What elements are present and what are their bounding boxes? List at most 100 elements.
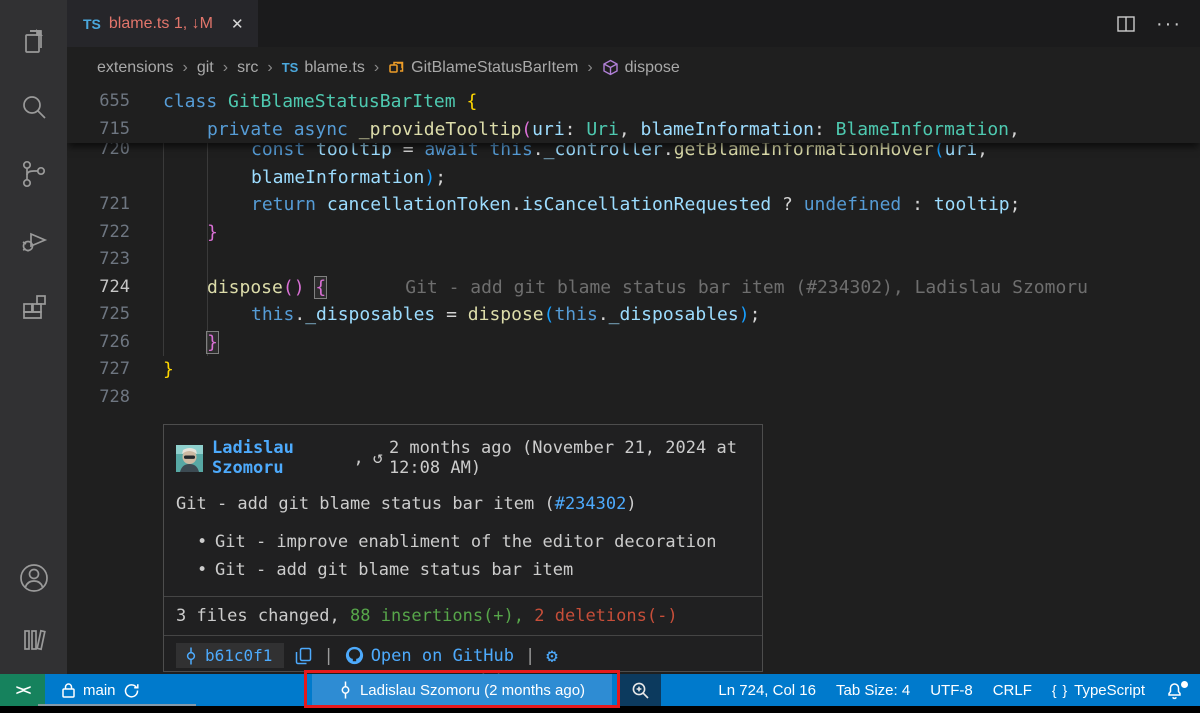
code-text[interactable]: class GitBlameStatusBarItem { bbox=[130, 88, 477, 116]
more-actions-icon[interactable]: ··· bbox=[1156, 19, 1182, 29]
code-line[interactable]: 655class GitBlameStatusBarItem { bbox=[67, 88, 1200, 116]
branch-name: main bbox=[83, 682, 116, 699]
code-text[interactable]: } bbox=[130, 219, 218, 247]
git-commit-icon bbox=[184, 647, 198, 665]
line-number[interactable]: 655 bbox=[67, 88, 130, 116]
typescript-file-icon: TS bbox=[282, 60, 299, 75]
remote-indicator[interactable]: >< bbox=[0, 674, 45, 706]
notifications-bell-icon[interactable] bbox=[1155, 674, 1194, 706]
line-number[interactable]: 723 bbox=[67, 246, 130, 274]
sync-icon bbox=[123, 682, 140, 699]
hover-timestamp: ↺ 2 months ago (November 21, 2024 at 12:… bbox=[373, 438, 750, 478]
code-line[interactable]: blameInformation); bbox=[67, 164, 1200, 192]
tab-size-item[interactable]: Tab Size: 4 bbox=[826, 674, 920, 706]
code-text[interactable] bbox=[130, 384, 163, 412]
encoding-item[interactable]: UTF-8 bbox=[920, 674, 983, 706]
search-icon[interactable] bbox=[10, 84, 58, 132]
git-blame-status-item[interactable]: Ladislau Szomoru (2 months ago) bbox=[312, 674, 612, 706]
breadcrumb-separator: › bbox=[183, 59, 188, 77]
commit-body-item: Git - add git blame status bar item bbox=[197, 556, 762, 584]
sticky-scroll[interactable]: 655class GitBlameStatusBarItem {715priva… bbox=[67, 88, 1200, 143]
breadcrumb-extensions[interactable]: extensions bbox=[97, 59, 174, 77]
code-text[interactable]: dispose() {Git - add git blame status ba… bbox=[130, 274, 1088, 302]
editor-group: TS blame.ts 1, ↓M ✕ ··· extensions › git… bbox=[67, 0, 1200, 674]
language-mode-item[interactable]: { } TypeScript bbox=[1042, 674, 1155, 706]
line-number[interactable]: 715 bbox=[67, 116, 130, 144]
code-text[interactable]: return cancellationToken.isCancellationR… bbox=[130, 191, 1020, 219]
extensions-icon[interactable] bbox=[10, 282, 58, 330]
commit-stats: 3 files changed, 88 insertions(+), 2 del… bbox=[164, 596, 762, 635]
line-number[interactable]: 722 bbox=[67, 219, 130, 247]
braces-icon: { } bbox=[1052, 682, 1068, 698]
code-line[interactable]: 725this._disposables = dispose(this._dis… bbox=[67, 301, 1200, 329]
line-number[interactable]: 726 bbox=[67, 329, 130, 357]
cursor-position-item[interactable]: Ln 724, Col 16 bbox=[708, 674, 826, 706]
zoom-in-icon[interactable] bbox=[620, 674, 661, 706]
open-on-github-link[interactable]: Open on GitHub bbox=[345, 646, 514, 666]
code-line[interactable]: 715private async _provideTooltip(uri: Ur… bbox=[67, 116, 1200, 144]
notification-badge bbox=[1181, 681, 1188, 688]
code-line[interactable]: 726} bbox=[67, 329, 1200, 357]
code-text[interactable]: blameInformation); bbox=[130, 164, 446, 192]
vscode-window: TS blame.ts 1, ↓M ✕ ··· extensions › git… bbox=[0, 0, 1200, 713]
line-number[interactable] bbox=[67, 164, 130, 192]
pr-link[interactable]: #234302 bbox=[555, 494, 627, 514]
tab-close-icon[interactable]: ✕ bbox=[231, 15, 244, 33]
typescript-file-icon: TS bbox=[83, 16, 101, 32]
git-commit-icon bbox=[339, 681, 352, 699]
code-text[interactable]: private async _provideTooltip(uri: Uri, … bbox=[130, 116, 1020, 144]
breadcrumb-git[interactable]: git bbox=[197, 59, 214, 77]
accounts-icon[interactable] bbox=[10, 554, 58, 602]
eol-item[interactable]: CRLF bbox=[983, 674, 1042, 706]
code-text[interactable] bbox=[130, 246, 163, 274]
breadcrumb-separator: › bbox=[223, 59, 228, 77]
breadcrumb-separator: › bbox=[374, 59, 379, 77]
deletions-stat: 2 deletions(-) bbox=[534, 606, 677, 626]
code-text[interactable]: this._disposables = dispose(this._dispos… bbox=[130, 301, 760, 329]
status-bar: >< main Ladislau Szomoru (2 months ago) … bbox=[0, 674, 1200, 706]
window-bottom-edge bbox=[0, 706, 1200, 713]
code-line[interactable]: 723 bbox=[67, 246, 1200, 274]
source-control-icon[interactable] bbox=[10, 150, 58, 198]
code-text[interactable]: } bbox=[130, 329, 218, 357]
copy-icon[interactable] bbox=[295, 647, 312, 665]
breadcrumb-separator: › bbox=[587, 59, 592, 77]
hover-author-link[interactable]: Ladislau Szomoru bbox=[212, 438, 344, 478]
line-number[interactable]: 728 bbox=[67, 384, 130, 412]
activity-bar bbox=[0, 0, 67, 674]
breadcrumb-file[interactable]: TS blame.ts bbox=[282, 59, 365, 77]
commit-hash-badge[interactable]: b61c0f1 bbox=[176, 643, 284, 668]
branch-status-item[interactable]: main bbox=[53, 674, 148, 706]
line-number[interactable]: 721 bbox=[67, 191, 130, 219]
commit-subject: Git - add git blame status bar item (#23… bbox=[164, 482, 762, 514]
code-lines: 720const tooltip = await this._controlle… bbox=[67, 136, 1200, 411]
history-icon: ↺ bbox=[373, 448, 383, 468]
code-line[interactable]: 728 bbox=[67, 384, 1200, 412]
commit-body-item: Git - improve enabliment of the editor d… bbox=[197, 528, 762, 556]
library-icon[interactable] bbox=[10, 616, 58, 664]
breadcrumb-method[interactable]: dispose bbox=[602, 59, 680, 77]
code-line[interactable]: 721return cancellationToken.isCancellati… bbox=[67, 191, 1200, 219]
separator: | bbox=[525, 646, 535, 666]
code-text[interactable]: } bbox=[130, 356, 174, 384]
lock-icon bbox=[61, 682, 76, 699]
line-number[interactable]: 725 bbox=[67, 301, 130, 329]
breadcrumb-src[interactable]: src bbox=[237, 59, 258, 77]
breadcrumb-class[interactable]: GitBlameStatusBarItem bbox=[388, 59, 578, 77]
line-number[interactable]: 724 bbox=[67, 274, 130, 302]
code-line[interactable]: 722} bbox=[67, 219, 1200, 247]
breadcrumb-separator: › bbox=[267, 59, 272, 77]
breadcrumb: extensions › git › src › TS blame.ts › G… bbox=[67, 47, 1200, 88]
code-editor[interactable]: 720const tooltip = await this._controlle… bbox=[67, 88, 1200, 674]
gear-icon[interactable]: ⚙ bbox=[546, 645, 557, 667]
code-line[interactable]: 727} bbox=[67, 356, 1200, 384]
explorer-icon[interactable] bbox=[10, 18, 58, 66]
split-editor-icon[interactable] bbox=[1116, 15, 1136, 33]
hover-footer: b61c0f1 | Open on GitHub | ⚙ bbox=[164, 635, 762, 674]
line-number[interactable]: 727 bbox=[67, 356, 130, 384]
inline-blame-annotation[interactable]: Git - add git blame status bar item (#23… bbox=[405, 277, 1088, 298]
tab-bar: TS blame.ts 1, ↓M ✕ ··· bbox=[67, 0, 1200, 47]
run-debug-icon[interactable] bbox=[10, 216, 58, 264]
code-line[interactable]: 724dispose() {Git - add git blame status… bbox=[67, 274, 1200, 302]
tab-blame-ts[interactable]: TS blame.ts 1, ↓M ✕ bbox=[67, 0, 258, 47]
